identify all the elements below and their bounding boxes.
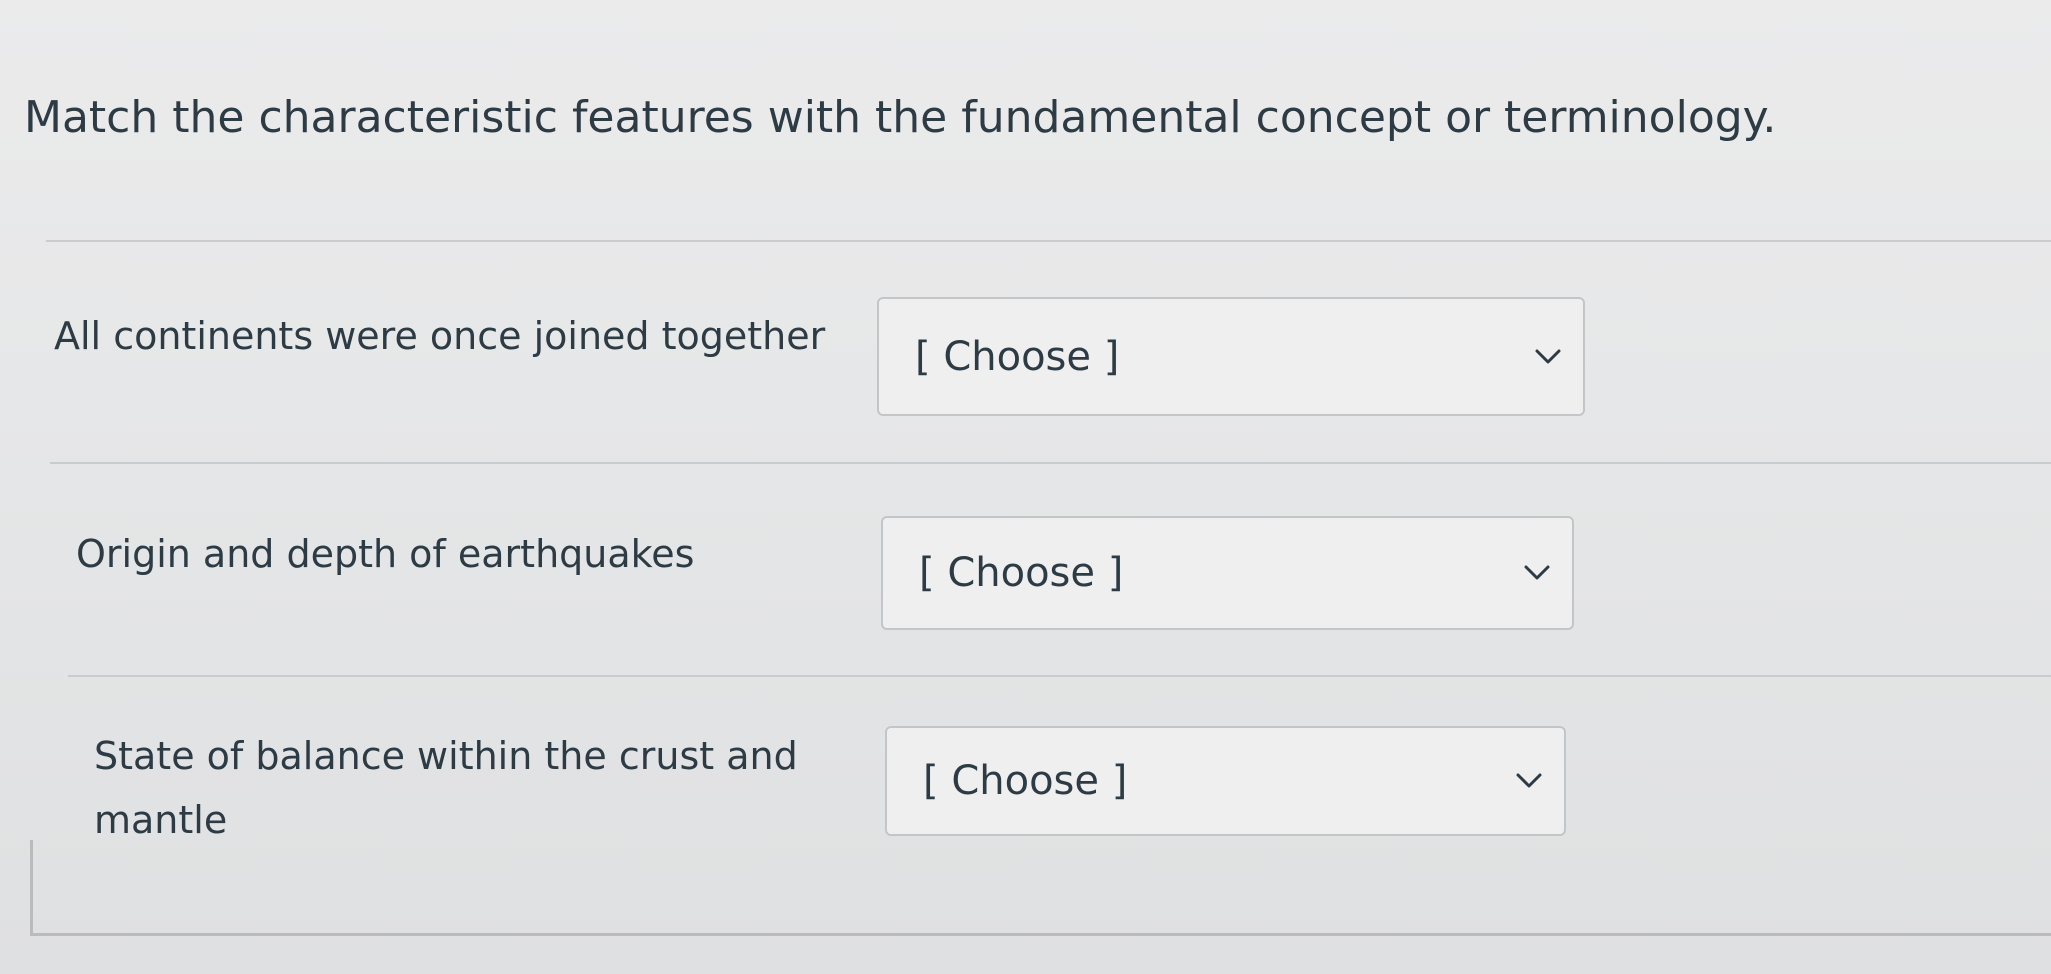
answer-dropdown[interactable]: [ Choose ] <box>877 297 1585 416</box>
divider <box>46 240 2051 242</box>
answer-dropdown[interactable]: [ Choose ] <box>885 726 1566 836</box>
divider <box>50 462 2051 464</box>
container-border-bottom <box>30 933 2051 936</box>
divider <box>68 675 2051 677</box>
chevron-down-icon <box>1516 773 1542 788</box>
container-border-left <box>30 840 33 935</box>
answer-dropdown[interactable]: [ Choose ] <box>881 516 1574 630</box>
question-text: Match the characteristic features with t… <box>24 92 1777 143</box>
dropdown-value: [ Choose ] <box>919 550 1124 596</box>
dropdown-value: [ Choose ] <box>923 758 1128 804</box>
chevron-down-icon <box>1535 349 1561 363</box>
dropdown-value: [ Choose ] <box>915 333 1120 380</box>
row-label: State of balance within the crust and ma… <box>94 734 798 842</box>
chevron-down-icon <box>1524 565 1550 580</box>
row-label: All continents were once joined together <box>54 314 826 358</box>
row-label: Origin and depth of earthquakes <box>76 532 695 576</box>
